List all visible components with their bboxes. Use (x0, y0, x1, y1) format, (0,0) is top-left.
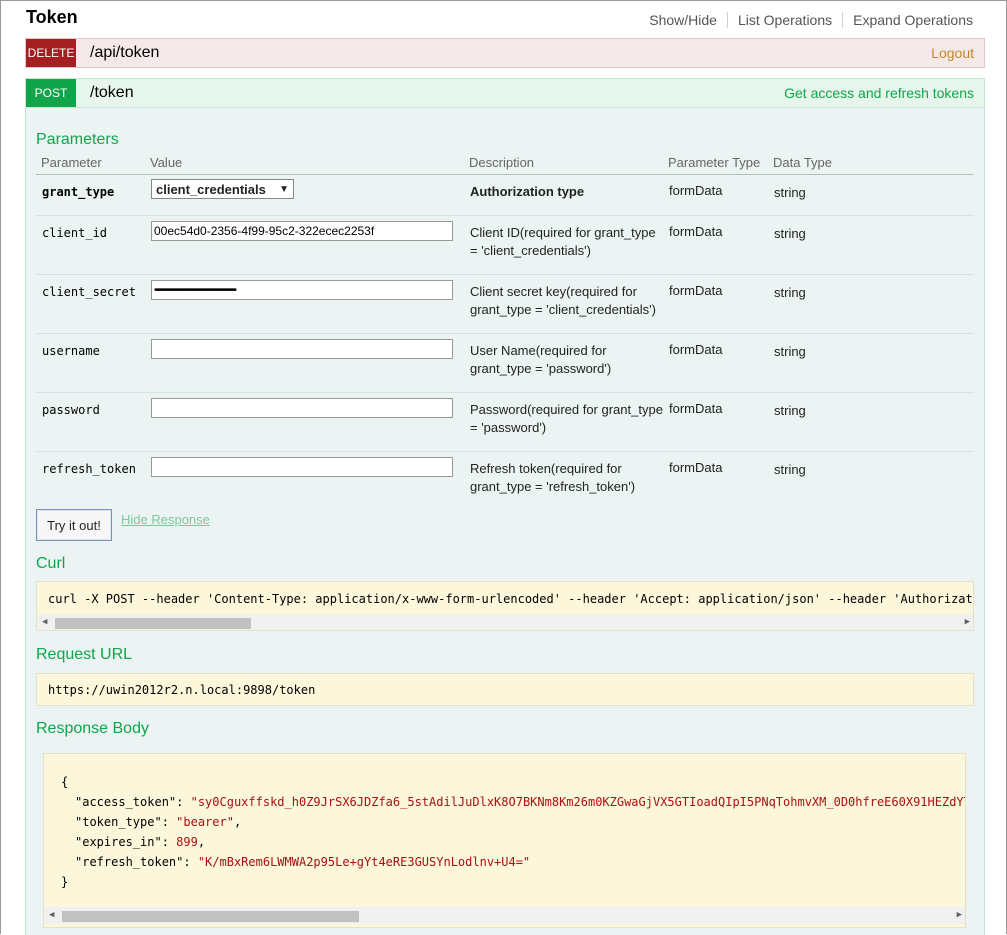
param-row-password: password Password(required for grant_typ… (36, 393, 974, 452)
post-operation-header[interactable]: POST /token Get access and refresh token… (25, 78, 985, 108)
scrollbar-thumb[interactable] (55, 618, 251, 629)
delete-operation-header[interactable]: DELETE /api/token Logout (25, 38, 985, 68)
param-row-client-secret: client_secret Client secret key(required… (36, 275, 974, 334)
request-url-heading: Request URL (36, 646, 133, 663)
response-body-box: { "access_token": "sy0Cguxffskd_h0Z9JrSX… (43, 753, 966, 928)
param-type: formData (669, 342, 723, 357)
request-url-box: https://uwin2012r2.n.local:9898/token (36, 673, 974, 706)
column-parameter: Parameter (41, 155, 102, 170)
param-row-username: username User Name(required for grant_ty… (36, 334, 974, 393)
link-divider (842, 12, 844, 28)
column-parameter-type: Parameter Type (668, 155, 761, 170)
json-line-refresh-token: "refresh_token": "K/mBxRem6LWMWA2p95Le+g… (75, 855, 531, 869)
param-name: client_id (42, 226, 108, 240)
window-frame: Token Show/Hide List Operations Expand O… (0, 0, 1007, 935)
scrollbar-thumb[interactable] (62, 911, 359, 922)
param-description: Authorization type (470, 184, 585, 199)
json-close-brace: } (61, 875, 69, 889)
expand-operations-link[interactable]: Expand Operations (853, 12, 973, 28)
show-hide-link[interactable]: Show/Hide (649, 12, 717, 28)
scroll-left-icon[interactable]: ◀ (42, 617, 47, 627)
link-divider (726, 12, 728, 28)
resource-title[interactable]: Token (26, 7, 78, 28)
curl-box: curl -X POST --header 'Content-Type: app… (36, 581, 974, 631)
response-scrollbar[interactable]: ◀ ▶ (44, 907, 965, 924)
param-data-type: string (774, 185, 806, 200)
hide-response-link[interactable]: Hide Response (121, 512, 210, 527)
json-line-token-type: "token_type": "bearer", (75, 815, 242, 829)
param-name: client_secret (42, 285, 136, 299)
param-description: Client ID(required for grant_type = 'cli… (470, 225, 656, 258)
param-data-type: string (774, 285, 806, 300)
param-data-type: string (774, 226, 806, 241)
scroll-right-icon[interactable]: ▶ (965, 617, 970, 627)
param-name: password (42, 403, 100, 417)
column-value: Value (150, 155, 183, 170)
curl-command: curl -X POST --header 'Content-Type: app… (48, 592, 974, 606)
json-line-expires-in: "expires_in": 899, (75, 835, 206, 849)
scroll-right-icon[interactable]: ▶ (957, 910, 962, 920)
resource-header: Token Show/Hide List Operations Expand O… (1, 1, 1006, 37)
delete-operation-path[interactable]: /api/token (90, 44, 159, 62)
param-description: Refresh token(required for grant_type = … (470, 461, 636, 494)
param-description: User Name(required for grant_type = 'pas… (470, 343, 612, 376)
param-type: formData (669, 224, 723, 239)
param-type: formData (669, 460, 723, 475)
post-operation-content: Parameters Parameter Value Description P… (25, 108, 985, 935)
dropdown-arrow-icon: ▼ (279, 183, 289, 195)
client-secret-input[interactable] (151, 280, 453, 300)
param-name: grant_type (42, 185, 115, 199)
response-body-heading: Response Body (36, 720, 149, 737)
refresh-token-input[interactable] (151, 457, 453, 477)
try-it-out-button[interactable]: Try it out! (36, 509, 112, 541)
param-description: Client secret key(required for grant_typ… (470, 284, 656, 317)
list-operations-link[interactable]: List Operations (738, 12, 832, 28)
param-type: formData (669, 183, 723, 198)
param-type: formData (669, 283, 723, 298)
password-input[interactable] (151, 398, 453, 418)
json-line-access-token: "access_token": "sy0Cguxffskd_h0Z9JrSX6J… (75, 795, 966, 809)
resource-links: Show/Hide List Operations Expand Operati… (649, 12, 973, 28)
param-name: username (42, 344, 100, 358)
post-verb-badge[interactable]: POST (26, 79, 76, 107)
username-input[interactable] (151, 339, 453, 359)
param-row-grant-type: grant_type client_credentials ▼ Authoriz… (36, 175, 974, 216)
json-open-brace: { (61, 775, 69, 789)
param-row-client-id: client_id Client ID(required for grant_t… (36, 216, 974, 275)
param-type: formData (669, 401, 723, 416)
column-description: Description (469, 155, 535, 170)
param-data-type: string (774, 403, 806, 418)
grant-type-selected: client_credentials (156, 181, 266, 197)
grant-type-select[interactable]: client_credentials ▼ (151, 179, 294, 199)
client-id-input[interactable] (151, 221, 453, 241)
delete-operation-summary[interactable]: Logout (931, 45, 974, 61)
request-url-value: https://uwin2012r2.n.local:9898/token (48, 683, 316, 697)
post-operation-path[interactable]: /token (90, 84, 134, 102)
delete-verb-badge[interactable]: DELETE (26, 39, 76, 67)
param-row-refresh-token: refresh_token Refresh token(required for… (36, 452, 974, 504)
parameters-heading: Parameters (36, 131, 119, 148)
param-data-type: string (774, 462, 806, 477)
curl-scrollbar[interactable]: ◀ ▶ (37, 614, 973, 630)
scroll-left-icon[interactable]: ◀ (49, 910, 54, 920)
param-name: refresh_token (42, 462, 136, 476)
parameters-table-header: Parameter Value Description Parameter Ty… (36, 155, 974, 175)
column-data-type: Data Type (773, 155, 833, 170)
param-data-type: string (774, 344, 806, 359)
curl-heading: Curl (36, 555, 66, 572)
param-description: Password(required for grant_type = 'pass… (470, 402, 663, 435)
post-operation-summary[interactable]: Get access and refresh tokens (784, 85, 974, 101)
